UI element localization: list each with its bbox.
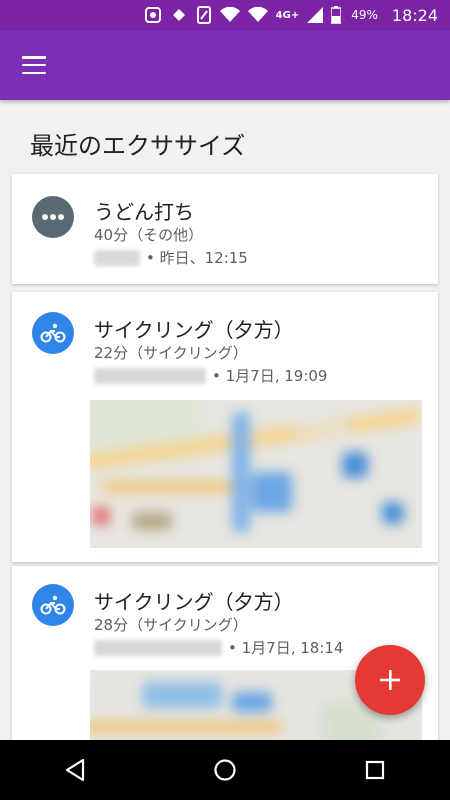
activity-subtitle: 28分（サイクリング） <box>94 616 248 634</box>
network-type-label: 4G+ <box>275 9 300 21</box>
nfc-icon <box>196 5 212 25</box>
wifi-calling-icon <box>219 5 240 25</box>
activity-meta: • 1月7日, 19:09 <box>94 365 327 386</box>
activity-title: サイクリング（夕方） <box>94 318 294 342</box>
more-horiz-icon <box>32 196 74 238</box>
add-icon <box>380 670 400 690</box>
notification-icon <box>144 5 162 25</box>
blurred-location <box>94 249 140 266</box>
activity-title: サイクリング（夕方） <box>94 590 294 614</box>
activity-subtitle: 22分（サイクリング） <box>94 344 248 362</box>
activity-meta: • 昨日、12:15 <box>94 247 248 268</box>
battery-percent: 49% <box>351 8 378 22</box>
activity-date: • 1月7日, 18:14 <box>228 639 344 657</box>
bicycle-icon <box>32 312 74 354</box>
hamburger-menu-icon[interactable] <box>20 53 48 77</box>
activity-card[interactable]: うどん打ち 40分（その他） • 昨日、12:15 <box>12 174 438 284</box>
status-bar: 4G+ 49% 18:24 <box>0 0 450 30</box>
clock: 18:24 <box>391 5 438 25</box>
app-bar <box>0 30 450 100</box>
back-triangle-icon[interactable] <box>45 740 105 800</box>
home-circle-icon[interactable] <box>195 740 255 800</box>
activity-date: • 昨日、12:15 <box>146 249 248 267</box>
blurred-location <box>94 639 222 656</box>
app-notification-icon <box>170 5 188 25</box>
section-title: 最近のエクササイズ <box>30 132 246 160</box>
activity-card[interactable]: サイクリング（夕方） 22分（サイクリング） • 1月7日, 19:09 <box>12 292 438 562</box>
cell-signal-icon <box>307 5 324 25</box>
add-exercise-button[interactable] <box>355 645 425 715</box>
bicycle-icon <box>32 584 74 626</box>
activity-date: • 1月7日, 19:09 <box>212 367 328 385</box>
activity-title: うどん打ち <box>94 200 194 224</box>
route-map-thumbnail[interactable] <box>90 400 422 548</box>
recents-square-icon[interactable] <box>345 740 405 800</box>
activity-meta: • 1月7日, 18:14 <box>94 637 343 658</box>
blurred-location <box>94 367 206 384</box>
navigation-bar <box>0 740 450 800</box>
activity-subtitle: 40分（その他） <box>94 226 204 244</box>
battery-icon <box>331 5 342 25</box>
wifi-icon <box>247 5 268 25</box>
